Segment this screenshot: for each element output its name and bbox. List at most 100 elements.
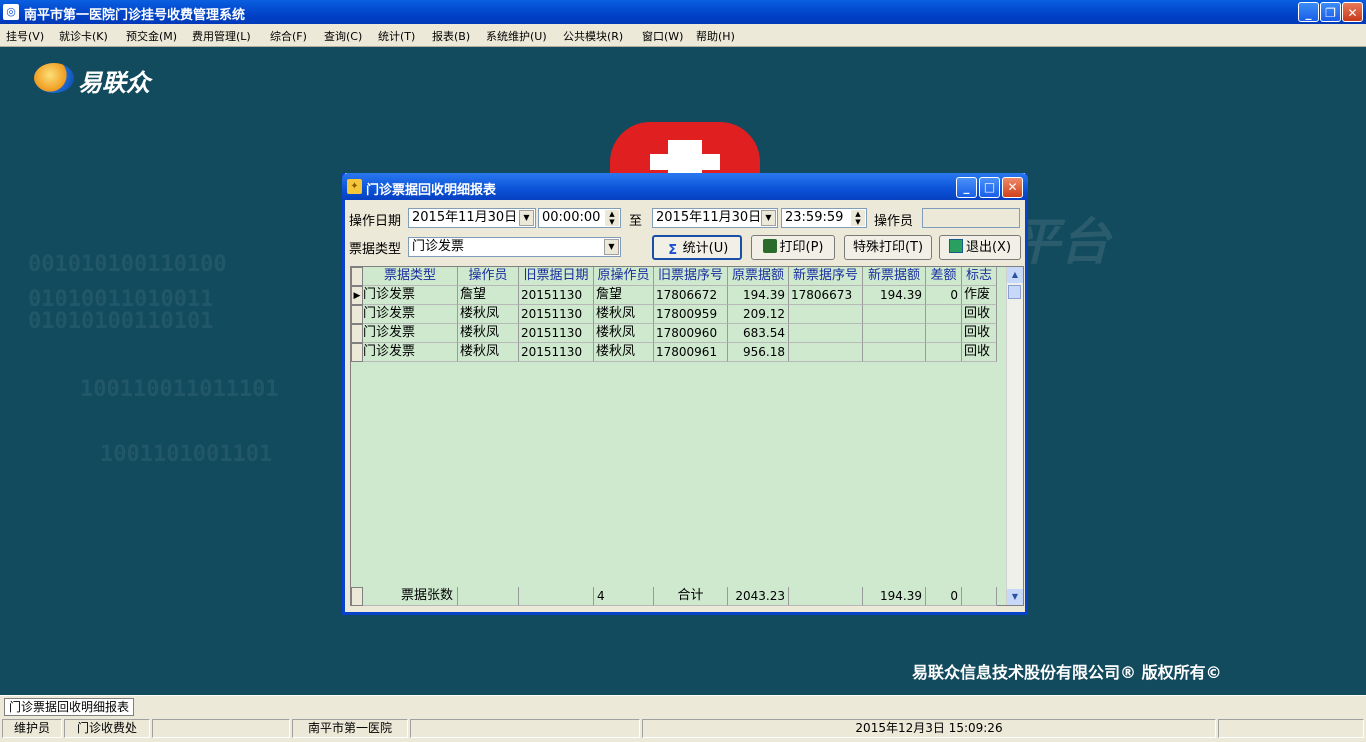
footer-cell [458, 587, 519, 606]
menu-system[interactable]: 系统维护(U) [486, 28, 547, 44]
cell-orig-amount: 194.39 [728, 286, 789, 305]
special-print-button[interactable]: 特殊打印(T) [844, 235, 932, 260]
printer-icon [762, 239, 777, 253]
binary-decoration: 1001101001101 [100, 442, 273, 467]
dialog-icon: ✦ [347, 179, 362, 194]
status-empty [152, 719, 290, 738]
scroll-down-icon[interactable]: ▼ [1007, 589, 1023, 605]
restore-button[interactable]: ❐ [1320, 2, 1341, 22]
binary-decoration: 001010100110100 [28, 252, 227, 277]
menu-registration[interactable]: 挂号(V) [6, 28, 44, 44]
menu-fees[interactable]: 费用管理(L) [192, 28, 251, 44]
cell-orig-operator: 詹望 [594, 286, 654, 305]
menu-query[interactable]: 查询(C) [324, 28, 362, 44]
time-from-spinner[interactable]: ▲ ▼ [605, 210, 619, 226]
time-to-spinner[interactable]: ▲ ▼ [851, 210, 865, 226]
dialog-maximize-button[interactable]: □ [979, 177, 1000, 198]
dialog-title: 门诊票据回收明细报表 [366, 183, 497, 198]
menu-card[interactable]: 就诊卡(K) [59, 28, 108, 44]
menu-prepayment[interactable]: 预交金(M) [126, 28, 177, 44]
cell-flag: 回收 [962, 324, 997, 343]
time-to-field[interactable]: 23:59:59 ▲ ▼ [781, 208, 867, 228]
ticket-type-select[interactable]: 门诊发票 ▼ [408, 237, 621, 257]
window-tab-bar: 门诊票据回收明细报表 [0, 695, 1366, 718]
scroll-up-icon[interactable]: ▲ [1007, 267, 1023, 283]
chevron-down-icon[interactable]: ▼ [761, 210, 776, 226]
cell-orig-amount: 683.54 [728, 324, 789, 343]
operator-field[interactable] [922, 208, 1020, 228]
cell-old-serial: 17800961 [654, 343, 728, 362]
menu-reports[interactable]: 报表(B) [432, 28, 470, 44]
status-empty [1218, 719, 1364, 738]
chevron-down-icon[interactable]: ▼ [519, 210, 534, 226]
cell-difference [926, 343, 962, 362]
status-datetime: 2015年12月3日 15:09:26 [642, 719, 1216, 738]
exit-button[interactable]: 退出(X) [939, 235, 1021, 260]
col-orig-amount[interactable]: 原票据额 [728, 267, 789, 286]
sigma-icon: Σ [668, 243, 678, 258]
app-icon: ◎ [3, 4, 19, 20]
footer-new-total: 194.39 [863, 587, 926, 606]
col-ticket-type[interactable]: 票据类型 [363, 267, 458, 286]
close-button[interactable]: ✕ [1342, 2, 1363, 22]
menu-common[interactable]: 公共模块(R) [563, 28, 623, 44]
time-from-field[interactable]: 00:00:00 ▲ ▼ [538, 208, 621, 228]
col-new-amount[interactable]: 新票据额 [863, 267, 926, 286]
col-operator[interactable]: 操作员 [458, 267, 519, 286]
cell-new-serial [789, 343, 863, 362]
logo-icon [34, 63, 74, 93]
row-indicator [351, 324, 363, 343]
cell-difference [926, 324, 962, 343]
menu-window[interactable]: 窗口(W) [642, 28, 683, 44]
time-from-value: 00:00:00 [542, 210, 601, 225]
copyright-text: 易联众信息技术股份有限公司® 版权所有© [912, 663, 1222, 682]
scroll-thumb[interactable] [1008, 285, 1021, 299]
footer-indicator [351, 587, 363, 606]
footer-cell [789, 587, 863, 606]
date-from-picker[interactable]: 2015年11月30日 ▼ [408, 208, 536, 228]
stat-button[interactable]: Σ 统计(U) [652, 235, 742, 260]
report-grid[interactable]: 票据类型 操作员 旧票据日期 原操作员 旧票据序号 原票据额 新票据序号 新票据… [350, 266, 1024, 606]
cell-orig-operator: 楼秋凤 [594, 305, 654, 324]
col-difference[interactable]: 差额 [926, 267, 962, 286]
cell-new-serial: 17806673 [789, 286, 863, 305]
cell-ticket-type: 门诊发票 [363, 305, 458, 324]
dialog-title-bar: ✦ 门诊票据回收明细报表 _ □ ✕ [342, 173, 1028, 200]
col-old-date[interactable]: 旧票据日期 [519, 267, 594, 286]
print-button[interactable]: 打印(P) [751, 235, 835, 260]
col-old-serial[interactable]: 旧票据序号 [654, 267, 728, 286]
minimize-button[interactable]: _ [1298, 2, 1319, 22]
status-hospital: 南平市第一医院 [292, 719, 408, 738]
row-indicator [351, 305, 363, 324]
cell-new-serial [789, 324, 863, 343]
status-empty [410, 719, 640, 738]
row-indicator [351, 343, 363, 362]
col-new-serial[interactable]: 新票据序号 [789, 267, 863, 286]
menu-general[interactable]: 综合(F) [270, 28, 307, 44]
cell-ticket-type: 门诊发票 [363, 286, 458, 305]
menu-bar: 挂号(V) 就诊卡(K) 预交金(M) 费用管理(L) 综合(F) 查询(C) … [0, 24, 1366, 47]
date-to-picker[interactable]: 2015年11月30日 ▼ [652, 208, 778, 228]
status-department: 门诊收费处 [64, 719, 150, 738]
tab-report-window[interactable]: 门诊票据回收明细报表 [4, 698, 135, 716]
cell-operator: 楼秋凤 [458, 343, 519, 362]
dialog-minimize-button[interactable]: _ [956, 177, 977, 198]
cell-new-amount [863, 305, 926, 324]
col-flag[interactable]: 标志 [962, 267, 997, 286]
col-orig-operator[interactable]: 原操作员 [594, 267, 654, 286]
cell-old-date: 20151130 [519, 324, 594, 343]
cell-old-serial: 17806672 [654, 286, 728, 305]
footer-count-label: 票据张数 [363, 587, 458, 606]
chevron-down-icon[interactable]: ▼ [604, 239, 619, 255]
dialog-close-button[interactable]: ✕ [1002, 177, 1023, 198]
menu-help[interactable]: 帮助(H) [696, 28, 735, 44]
grid-vertical-scrollbar[interactable]: ▲ ▼ [1006, 267, 1023, 605]
menu-statistics[interactable]: 统计(T) [378, 28, 415, 44]
binary-decoration: 100110011011101 [80, 377, 279, 402]
cell-old-date: 20151130 [519, 343, 594, 362]
cell-old-date: 20151130 [519, 286, 594, 305]
footer-orig-total: 2043.23 [728, 587, 789, 606]
footer-cell [519, 587, 594, 606]
cell-flag: 作废 [962, 286, 997, 305]
footer-total-label: 合计 [654, 587, 728, 606]
